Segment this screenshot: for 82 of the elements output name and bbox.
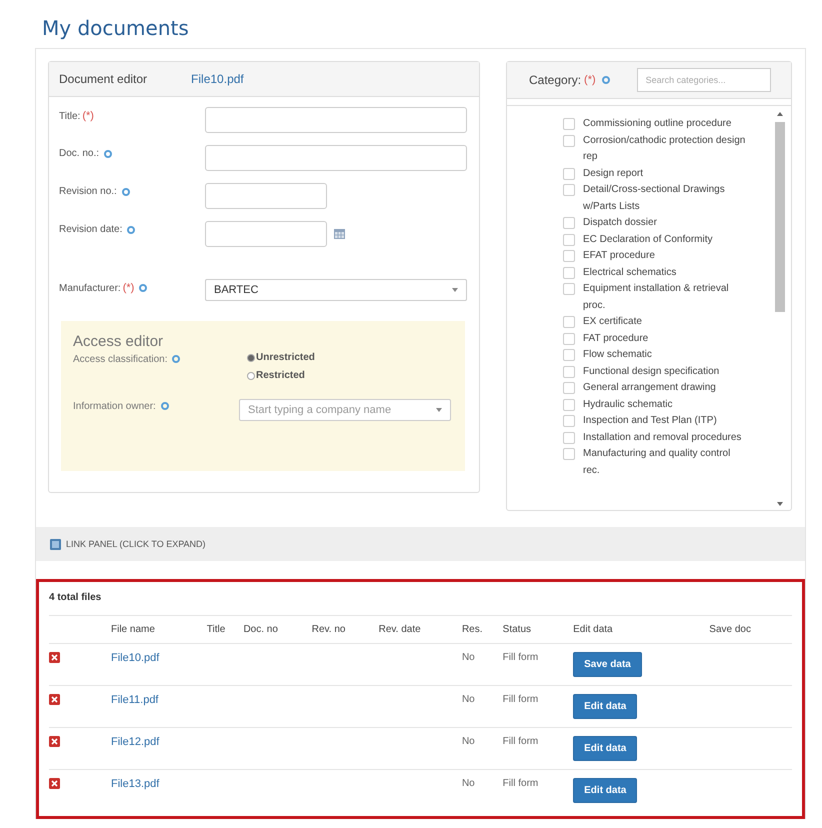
category-item[interactable]: Functional design specification	[563, 364, 749, 380]
info-icon[interactable]	[602, 76, 610, 84]
table-cell: No	[462, 728, 503, 770]
column-header: Rev. no	[312, 616, 379, 644]
field-label: Title:	[59, 110, 80, 122]
required-mark: (*)	[584, 74, 596, 86]
link-panel[interactable]: LINK PANEL (CLICK TO EXPAND)	[36, 527, 805, 561]
category-item[interactable]: Inspection and Test Plan (ITP)	[563, 413, 749, 430]
required-mark: (*)	[122, 282, 134, 294]
file-link[interactable]: File10.pdf	[191, 72, 244, 86]
column-header: Doc. no	[243, 616, 312, 644]
table-cell: No	[462, 770, 503, 811]
info-icon[interactable]	[160, 402, 169, 410]
caret-icon	[452, 288, 458, 292]
panel-title: Document editor	[59, 72, 148, 86]
row-action-button[interactable]: Save data	[573, 652, 642, 677]
category-item[interactable]: EX certificate	[563, 314, 749, 330]
info-icon[interactable]	[139, 284, 148, 292]
category-item[interactable]: EFAT procedure	[563, 248, 749, 264]
input-field[interactable]	[205, 145, 467, 171]
info-icon[interactable]	[104, 150, 112, 158]
column-header: Rev. date	[378, 616, 462, 644]
input-field[interactable]	[205, 183, 327, 209]
category-item[interactable]: FAT procedure	[563, 330, 749, 347]
link-panel-label: LINK PANEL (CLICK TO EXPAND)	[66, 539, 206, 549]
category-item[interactable]: Design report	[563, 166, 749, 182]
required-mark: (*)	[82, 110, 94, 122]
table-cell: No	[462, 644, 503, 686]
calendar-icon[interactable]	[334, 229, 345, 239]
category-item[interactable]: Electrical schematics	[563, 264, 749, 281]
page-title: My documents	[42, 16, 190, 40]
caret-icon	[436, 408, 442, 412]
category-item[interactable]: Detail/Cross-sectional Drawings w/Parts Lists	[563, 182, 749, 215]
table-cell: No	[462, 686, 503, 728]
section-title: Access editor	[73, 333, 164, 350]
radio-option[interactable]: Unrestricted	[247, 352, 315, 363]
file-link[interactable]: File10.pdf	[111, 652, 160, 664]
info-icon[interactable]	[172, 355, 180, 363]
category-item[interactable]: Manufacturing and quality control rec.	[563, 446, 749, 479]
delete-icon[interactable]	[49, 652, 60, 663]
category-item[interactable]: Equipment installation & retrieval proc.	[563, 281, 749, 314]
delete-icon[interactable]	[49, 778, 60, 789]
input-field[interactable]	[205, 107, 467, 133]
search-field[interactable]: Search categories...	[636, 68, 771, 92]
info-icon[interactable]	[122, 188, 130, 196]
category-item[interactable]: Installation and removal procedures	[563, 430, 749, 446]
file-link[interactable]: File11.pdf	[111, 694, 158, 706]
field-label: Revision no.:	[59, 186, 117, 197]
category-item[interactable]: General arrangement drawing	[563, 380, 749, 396]
column-header: Edit data	[573, 616, 710, 644]
category-item[interactable]: Corrosion/cathodic protection design rep	[563, 132, 749, 166]
radio-option[interactable]: Restricted	[247, 370, 315, 381]
category-item[interactable]: Dispatch dossier	[563, 215, 749, 232]
category-item[interactable]: EC Declaration of Conformity	[563, 232, 749, 248]
row-action-button[interactable]: Edit data	[573, 736, 638, 761]
delete-icon[interactable]	[49, 694, 60, 705]
field-label: Doc. no.:	[59, 148, 100, 159]
column-header: Status	[502, 616, 574, 644]
column-header: Res.	[462, 616, 503, 644]
delete-icon[interactable]	[49, 736, 60, 747]
column-header: File name	[111, 616, 207, 644]
column-header: Title	[206, 616, 244, 644]
category-item[interactable]: Hydraulic schematic	[563, 396, 749, 413]
table-cell: Fill form	[502, 770, 574, 811]
row-action-button[interactable]: Edit data	[573, 694, 638, 719]
category-item[interactable]: Commissioning outline procedure	[563, 116, 749, 132]
file-link[interactable]: File12.pdf	[111, 736, 160, 748]
field-label: Information owner:	[73, 400, 156, 412]
total-files: 4 total files	[49, 592, 102, 603]
category-item[interactable]: Flow schematic	[563, 347, 749, 364]
file-link[interactable]: File13.pdf	[111, 778, 160, 790]
column-header: Save doc	[709, 616, 792, 644]
info-icon[interactable]	[127, 226, 136, 234]
row-action-button[interactable]: Edit data	[573, 778, 638, 803]
field-label: Access classification:	[73, 354, 168, 364]
manufacturer-select[interactable]: BARTEC	[205, 279, 467, 301]
field-label: Manufacturer:	[59, 282, 121, 294]
scrollbar[interactable]	[775, 110, 785, 506]
category-label: Category:	[529, 73, 582, 87]
field-label: Revision date:	[59, 224, 122, 235]
expand-icon	[50, 538, 61, 550]
input-field[interactable]	[205, 221, 327, 247]
